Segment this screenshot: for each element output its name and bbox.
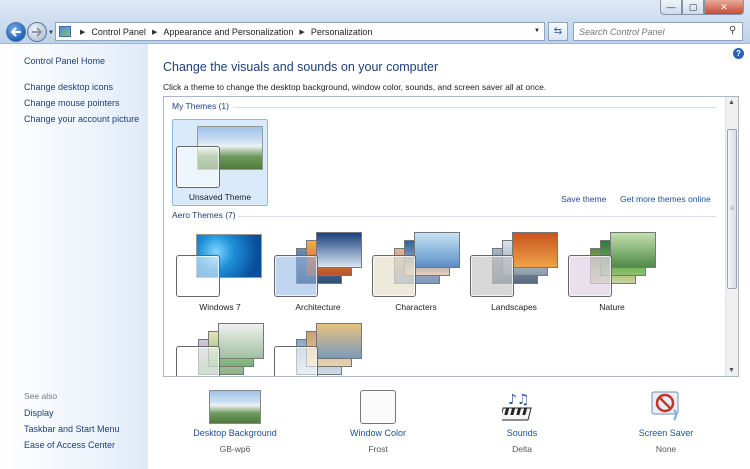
breadcrumb-separator-icon[interactable]: ▶ bbox=[152, 28, 157, 36]
main-content: ? Change the visuals and sounds on your … bbox=[148, 44, 750, 469]
svg-text:♪♫: ♪♫ bbox=[508, 392, 530, 408]
theme-tile-characters[interactable]: Characters bbox=[368, 228, 464, 315]
window-preview-glass bbox=[470, 255, 514, 297]
setting-value: Frost bbox=[368, 444, 388, 454]
screen-saver-icon bbox=[648, 390, 684, 424]
screen-saver-setting[interactable]: Screen Saver None bbox=[601, 390, 731, 454]
change-account-picture-link[interactable]: Change your account picture bbox=[24, 114, 139, 124]
refresh-icon: ⇆ bbox=[553, 26, 563, 37]
close-button[interactable]: ✕ bbox=[704, 0, 744, 15]
control-panel-home-link[interactable]: Control Panel Home bbox=[24, 56, 105, 66]
taskbar-start-menu-link[interactable]: Taskbar and Start Menu bbox=[24, 424, 120, 434]
maximize-button[interactable]: ▢ bbox=[682, 0, 704, 15]
ease-of-access-link[interactable]: Ease of Access Center bbox=[24, 440, 115, 450]
save-theme-link[interactable]: Save theme bbox=[561, 194, 606, 204]
theme-tile-architecture[interactable]: Architecture bbox=[270, 228, 366, 315]
window-controls: — ▢ ✕ bbox=[660, 0, 744, 16]
address-bar[interactable]: ▶ Control Panel ▶ Appearance and Persona… bbox=[55, 22, 545, 41]
refresh-button[interactable]: ⇆ bbox=[548, 22, 568, 41]
change-mouse-pointers-link[interactable]: Change mouse pointers bbox=[24, 98, 120, 108]
address-dropdown-icon[interactable]: ▼ bbox=[534, 28, 540, 34]
theme-tile-partial[interactable] bbox=[172, 319, 268, 376]
my-themes-group-label: My Themes (1) bbox=[172, 101, 229, 111]
theme-thumbnail bbox=[414, 232, 460, 268]
display-link[interactable]: Display bbox=[24, 408, 54, 418]
theme-thumbnail bbox=[316, 323, 362, 359]
theme-tile-partial[interactable] bbox=[270, 319, 366, 376]
help-icon[interactable]: ? bbox=[733, 48, 744, 59]
get-more-themes-link[interactable]: Get more themes online bbox=[620, 194, 711, 204]
window-preview-glass bbox=[274, 346, 318, 376]
window-preview-glass bbox=[568, 255, 612, 297]
breadcrumb-separator-icon[interactable]: ▶ bbox=[299, 28, 304, 36]
window-color-setting[interactable]: Window Color Frost bbox=[313, 390, 443, 454]
left-pane: Control Panel Home Change desktop icons … bbox=[0, 44, 148, 469]
group-divider bbox=[238, 216, 716, 217]
setting-value: Delta bbox=[512, 444, 532, 454]
desktop-background-icon bbox=[209, 390, 261, 424]
window-chrome: — ▢ ✕ ▼ ▶ Control Panel ▶ Appearance and… bbox=[0, 0, 750, 44]
page-title: Change the visuals and sounds on your co… bbox=[163, 60, 439, 74]
theme-thumbnail bbox=[218, 323, 264, 359]
scroll-up-icon[interactable]: ▲ bbox=[728, 99, 735, 106]
theme-name: Landscapes bbox=[491, 302, 537, 312]
theme-name: Unsaved Theme bbox=[188, 192, 252, 202]
forward-button[interactable] bbox=[27, 22, 47, 42]
sounds-icon: ♪♫ bbox=[499, 390, 542, 424]
setting-title[interactable]: Window Color bbox=[313, 428, 443, 438]
window-color-icon bbox=[360, 390, 396, 424]
scrollbar-grip-icon: ≡ bbox=[730, 206, 734, 212]
sounds-setting[interactable]: ♪♫ Sounds Delta bbox=[457, 390, 587, 454]
breadcrumb-control-panel[interactable]: Control Panel bbox=[91, 27, 146, 37]
theme-tile-windows7[interactable]: Windows 7 bbox=[172, 228, 268, 315]
group-divider bbox=[234, 107, 716, 108]
change-desktop-icons-link[interactable]: Change desktop icons bbox=[24, 82, 113, 92]
theme-tile-unsaved[interactable]: Unsaved Theme bbox=[172, 119, 268, 206]
window-preview-glass bbox=[372, 255, 416, 297]
window-preview-glass bbox=[274, 255, 318, 297]
breadcrumb-separator-icon[interactable]: ▶ bbox=[80, 28, 85, 36]
theme-name: Nature bbox=[599, 302, 625, 312]
minimize-button[interactable]: — bbox=[660, 0, 682, 15]
setting-value: GB-wp6 bbox=[219, 444, 251, 454]
recent-pages-dropdown-icon[interactable]: ▼ bbox=[48, 30, 54, 36]
see-also-heading: See also bbox=[24, 391, 58, 401]
setting-title[interactable]: Desktop Background bbox=[170, 428, 300, 438]
theme-thumbnail bbox=[512, 232, 558, 268]
aero-themes-group-label: Aero Themes (7) bbox=[172, 210, 236, 220]
back-arrow-icon bbox=[10, 27, 21, 37]
theme-name: Characters bbox=[395, 302, 437, 312]
setting-value: None bbox=[655, 444, 677, 454]
breadcrumb-personalization[interactable]: Personalization bbox=[311, 27, 373, 37]
window-preview-glass bbox=[176, 346, 220, 376]
search-input[interactable] bbox=[573, 22, 743, 41]
window-preview-glass bbox=[176, 146, 220, 188]
theme-thumbnail bbox=[610, 232, 656, 268]
theme-tile-landscapes[interactable]: Landscapes bbox=[466, 228, 562, 315]
page-description: Click a theme to change the desktop back… bbox=[163, 82, 547, 92]
setting-title[interactable]: Sounds bbox=[457, 428, 587, 438]
theme-tile-nature[interactable]: Nature bbox=[564, 228, 660, 315]
theme-thumbnail bbox=[316, 232, 362, 268]
theme-name: Windows 7 bbox=[199, 302, 241, 312]
desktop-background-setting[interactable]: Desktop Background GB-wp6 bbox=[170, 390, 300, 454]
setting-title[interactable]: Screen Saver bbox=[601, 428, 731, 438]
back-button[interactable] bbox=[6, 22, 26, 42]
control-panel-icon bbox=[59, 26, 71, 37]
theme-name: Architecture bbox=[295, 302, 341, 312]
themes-scrollbar[interactable]: ▲ ≡ ▼ bbox=[725, 97, 738, 376]
window-preview-glass bbox=[176, 255, 220, 297]
search-icon[interactable]: ⚲ bbox=[729, 25, 736, 36]
scroll-down-icon[interactable]: ▼ bbox=[728, 367, 735, 374]
breadcrumb-appearance[interactable]: Appearance and Personalization bbox=[163, 27, 293, 37]
themes-list[interactable]: My Themes (1) Unsaved Theme Save theme G… bbox=[163, 96, 739, 377]
forward-arrow-icon bbox=[32, 27, 43, 37]
scrollbar-thumb[interactable]: ≡ bbox=[727, 129, 737, 289]
